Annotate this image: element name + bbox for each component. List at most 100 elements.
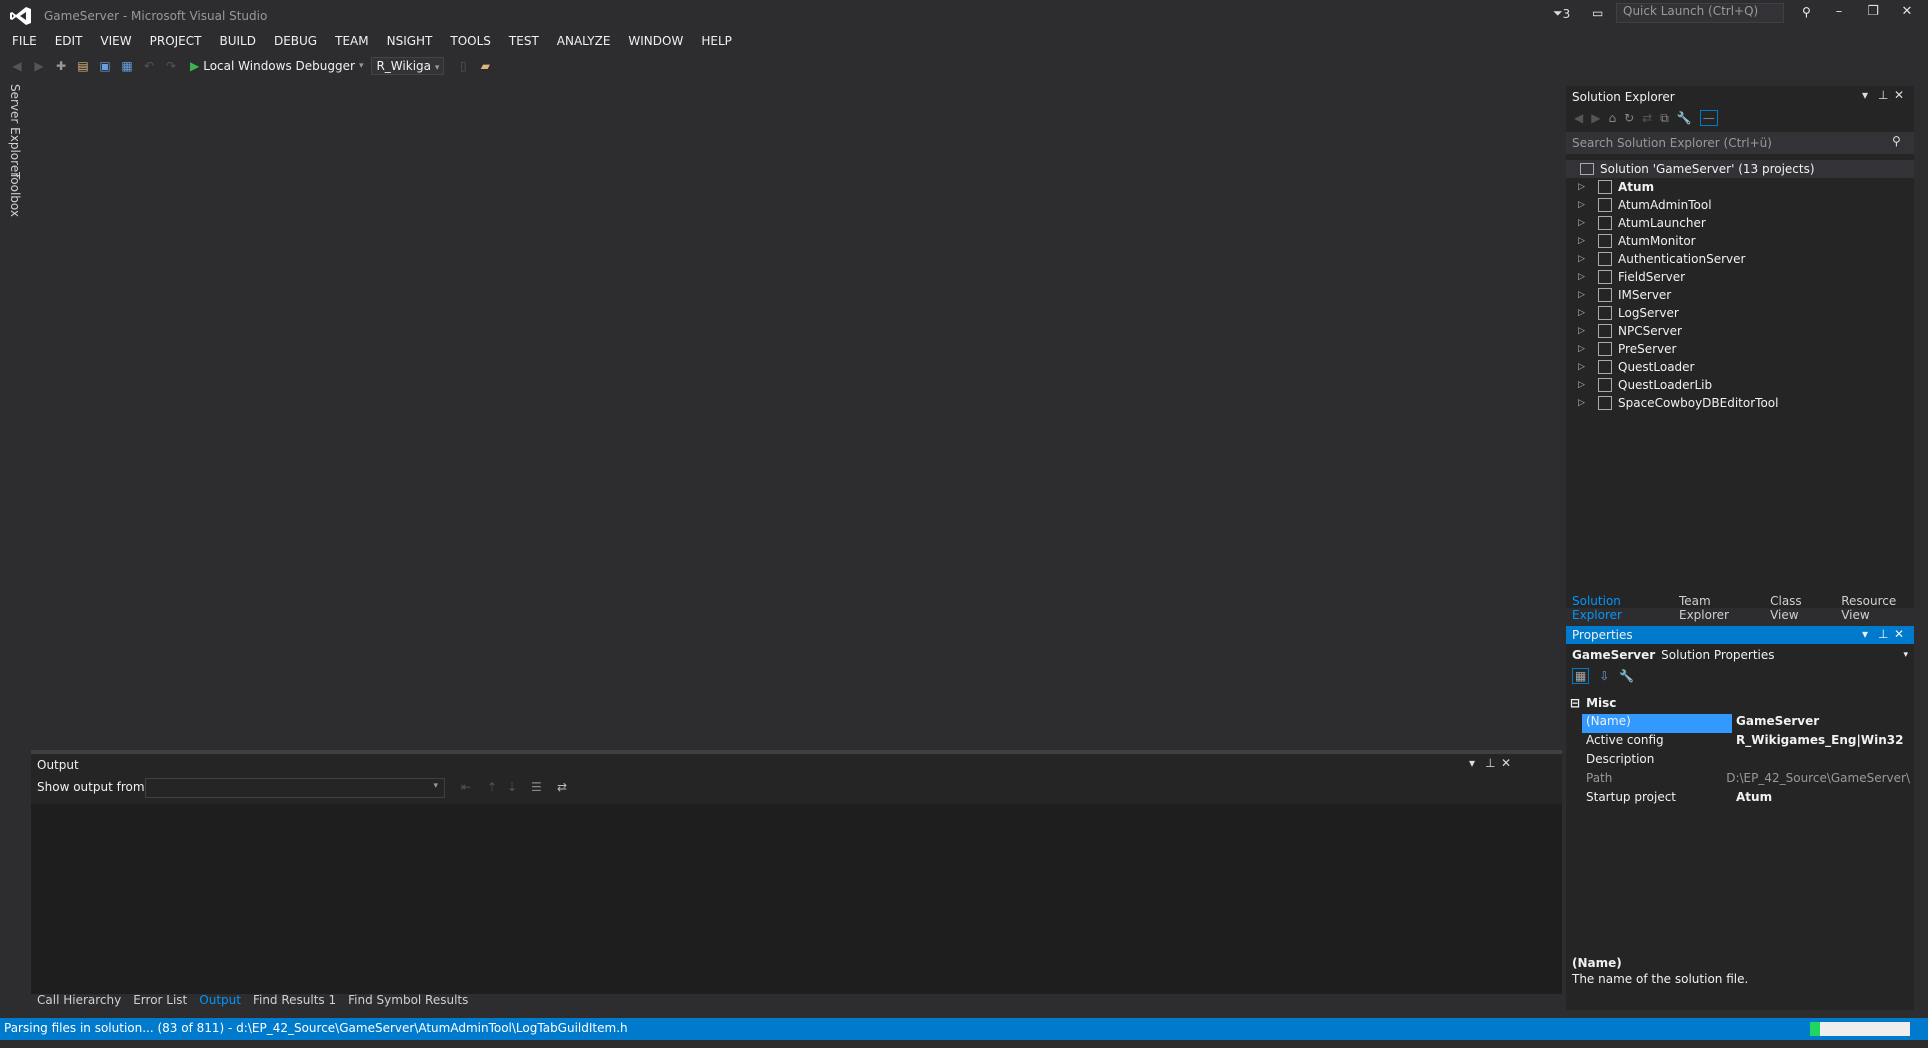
find-in-files-icon[interactable]: ▰ (476, 57, 494, 75)
attach-icon[interactable]: ▯ (454, 57, 472, 75)
server-explorer-tab[interactable]: Server Explorer (8, 84, 22, 177)
property-row[interactable]: Path D:\EP_42_Source\GameServer\ (1582, 771, 1910, 790)
tab-class-view[interactable]: Class View (1770, 594, 1829, 622)
category-misc[interactable]: ⊟ Misc (1570, 696, 1616, 710)
pin-icon[interactable]: ⊥ (1878, 627, 1888, 641)
history-icon[interactable]: ↻ (1624, 111, 1634, 125)
menu-tools[interactable]: TOOLS (450, 34, 491, 48)
property-row[interactable]: (Name) GameServer (1582, 714, 1910, 733)
save-all-icon[interactable]: ▦ (118, 57, 136, 75)
expand-icon[interactable]: ▷ (1578, 398, 1590, 408)
forward-icon[interactable]: ▶ (1591, 111, 1600, 125)
tab-error-list[interactable]: Error List (133, 993, 187, 1007)
solution-config-select[interactable]: R_Wikiga ▾ (371, 57, 445, 75)
tab-call-hierarchy[interactable]: Call Hierarchy (37, 993, 121, 1007)
next-message-icon[interactable]: ⇣ (507, 780, 517, 794)
close-button[interactable]: ✕ (1894, 4, 1920, 24)
tree-project-node[interactable]: ▷ AtumAdminTool (1566, 196, 1914, 214)
expand-icon[interactable]: ▷ (1578, 380, 1590, 390)
tree-project-node[interactable]: ▷ LogServer (1566, 304, 1914, 322)
menu-debug[interactable]: DEBUG (274, 34, 317, 48)
property-row[interactable]: Description (1582, 752, 1910, 771)
tree-project-node[interactable]: ▷ AtumLauncher (1566, 214, 1914, 232)
save-icon[interactable]: ▣ (96, 57, 114, 75)
minimize-button[interactable]: – (1826, 4, 1852, 24)
open-file-icon[interactable]: ▤ (74, 57, 92, 75)
panel-menu-icon[interactable]: ▾ (1862, 627, 1868, 641)
expand-icon[interactable]: ▷ (1578, 272, 1590, 282)
property-value[interactable]: Atum (1732, 790, 1772, 809)
tab-find-symbol-results[interactable]: Find Symbol Results (348, 993, 468, 1007)
tab-resource-view[interactable]: Resource View (1841, 594, 1922, 622)
properties-object-select[interactable]: GameServer Solution Properties ▾ (1572, 648, 1908, 662)
solution-search-input[interactable]: Search Solution Explorer (Ctrl+ü) (1566, 132, 1914, 154)
tab-find-results-1[interactable]: Find Results 1 (253, 993, 336, 1007)
pin-icon[interactable]: ⊥ (1485, 756, 1495, 770)
menu-analyze[interactable]: ANALYZE (557, 34, 611, 48)
expand-icon[interactable]: ▷ (1578, 344, 1590, 354)
expand-icon[interactable]: ▷ (1578, 362, 1590, 372)
expand-icon[interactable]: ▷ (1578, 326, 1590, 336)
tree-project-node[interactable]: ▷ PreServer (1566, 340, 1914, 358)
property-row[interactable]: Active config R_Wikigames_Eng|Win32 (1582, 733, 1910, 752)
expand-icon[interactable]: ▷ (1578, 182, 1590, 192)
menu-test[interactable]: TEST (509, 34, 539, 48)
expand-icon[interactable]: ▷ (1578, 308, 1590, 318)
previous-message-icon[interactable]: ⇡ (487, 780, 497, 794)
tree-project-node[interactable]: ▷ Atum (1566, 178, 1914, 196)
expand-icon[interactable]: ▷ (1578, 254, 1590, 264)
back-icon[interactable]: ◀ (1574, 111, 1583, 125)
feedback-icon[interactable]: ▭ (1592, 6, 1603, 20)
tree-project-node[interactable]: ▷ QuestLoaderLib (1566, 376, 1914, 394)
menu-project[interactable]: PROJECT (150, 34, 202, 48)
collapse-icon[interactable]: ⊟ (1570, 696, 1580, 710)
alphabetical-icon[interactable]: ⇩ (1599, 669, 1609, 683)
menu-nsight[interactable]: NSIGHT (387, 34, 433, 48)
toggle-word-wrap-icon[interactable]: ⇄ (557, 780, 567, 794)
categorized-icon[interactable]: ▦ (1572, 668, 1590, 684)
clear-all-icon[interactable]: ☰ (531, 780, 542, 794)
property-pages-icon[interactable]: 🔧 (1619, 669, 1634, 683)
property-value[interactable] (1732, 752, 1736, 771)
back-icon[interactable]: ◀ (8, 57, 26, 75)
start-debugging-button[interactable]: ▶ Local Windows Debugger ▾ (190, 59, 363, 73)
tree-project-node[interactable]: ▷ AtumMonitor (1566, 232, 1914, 250)
close-icon[interactable]: ✕ (1501, 756, 1511, 770)
tab-solution-explorer[interactable]: Solution Explorer (1572, 594, 1667, 622)
tab-output[interactable]: Output (199, 993, 241, 1007)
pin-icon[interactable]: ⊥ (1878, 88, 1888, 102)
restore-button[interactable]: ❐ (1860, 4, 1886, 24)
output-source-select[interactable]: ▾ (145, 778, 445, 798)
close-icon[interactable]: ✕ (1894, 627, 1904, 641)
tree-project-node[interactable]: ▷ FieldServer (1566, 268, 1914, 286)
find-message-icon[interactable]: ⇤ (461, 780, 471, 794)
property-row[interactable]: Startup project Atum (1582, 790, 1910, 809)
menu-team[interactable]: TEAM (335, 34, 368, 48)
search-icon[interactable]: ⚲ (1892, 134, 1901, 148)
panel-menu-icon[interactable]: ▾ (1469, 756, 1475, 770)
sync-icon[interactable]: ⇄ (1642, 111, 1652, 125)
menu-file[interactable]: FILE (12, 34, 37, 48)
menu-build[interactable]: BUILD (219, 34, 255, 48)
close-icon[interactable]: ✕ (1894, 88, 1904, 102)
expand-icon[interactable]: ▷ (1578, 200, 1590, 210)
notifications[interactable]: ⏷ 3 (1553, 6, 1570, 21)
property-value[interactable]: R_Wikigames_Eng|Win32 (1732, 733, 1903, 752)
expand-icon[interactable]: ▷ (1578, 290, 1590, 300)
collapse-all-icon[interactable]: ⧉ (1660, 111, 1669, 126)
toolbox-tab[interactable]: Toolbox (8, 172, 22, 217)
search-icon[interactable]: ⚲ (1802, 5, 1811, 19)
menu-window[interactable]: WINDOW (628, 34, 683, 48)
home-icon[interactable]: ⌂ (1608, 111, 1616, 125)
tree-project-node[interactable]: ▷ NPCServer (1566, 322, 1914, 340)
preview-icon[interactable]: — (1699, 110, 1718, 126)
properties-icon[interactable]: 🔧 (1677, 111, 1692, 125)
quick-launch-input[interactable]: Quick Launch (Ctrl+Q) (1616, 3, 1784, 23)
menu-help[interactable]: HELP (701, 34, 732, 48)
tree-project-node[interactable]: ▷ IMServer (1566, 286, 1914, 304)
forward-icon[interactable]: ▶ (30, 57, 48, 75)
panel-menu-icon[interactable]: ▾ (1862, 88, 1868, 102)
undo-icon[interactable]: ↶ (140, 57, 158, 75)
expand-icon[interactable]: ▷ (1578, 236, 1590, 246)
new-project-icon[interactable]: ✚ (52, 57, 70, 75)
